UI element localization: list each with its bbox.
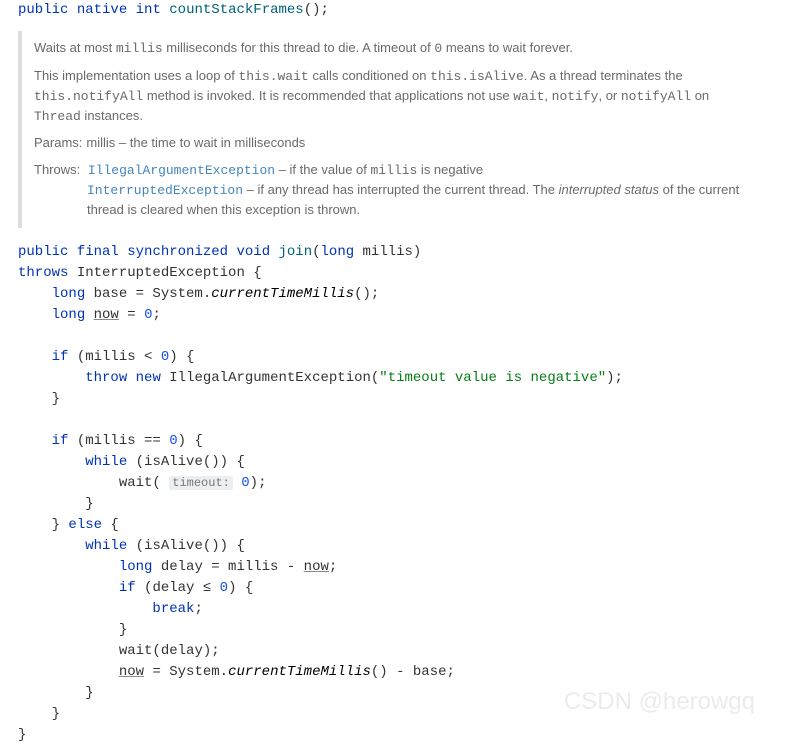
method-join-source: public final synchronized void join(long… xyxy=(0,242,785,746)
javadoc-block: Waits at most millis milliseconds for th… xyxy=(18,31,767,228)
doc-throws: Throws: IllegalArgumentException – if th… xyxy=(34,161,757,220)
doc-params: Params:millis – the time to wait in mill… xyxy=(34,134,757,153)
signature-countStackFrames: public native int countStackFrames(); xyxy=(0,0,785,21)
doc-summary: Waits at most millis milliseconds for th… xyxy=(34,39,757,59)
exception-link-ie[interactable]: InterruptedException xyxy=(87,183,243,198)
inlay-hint-timeout: timeout: xyxy=(169,476,233,490)
doc-detail: This implementation uses a loop of this.… xyxy=(34,67,757,127)
exception-link-iae[interactable]: IllegalArgumentException xyxy=(88,163,275,178)
